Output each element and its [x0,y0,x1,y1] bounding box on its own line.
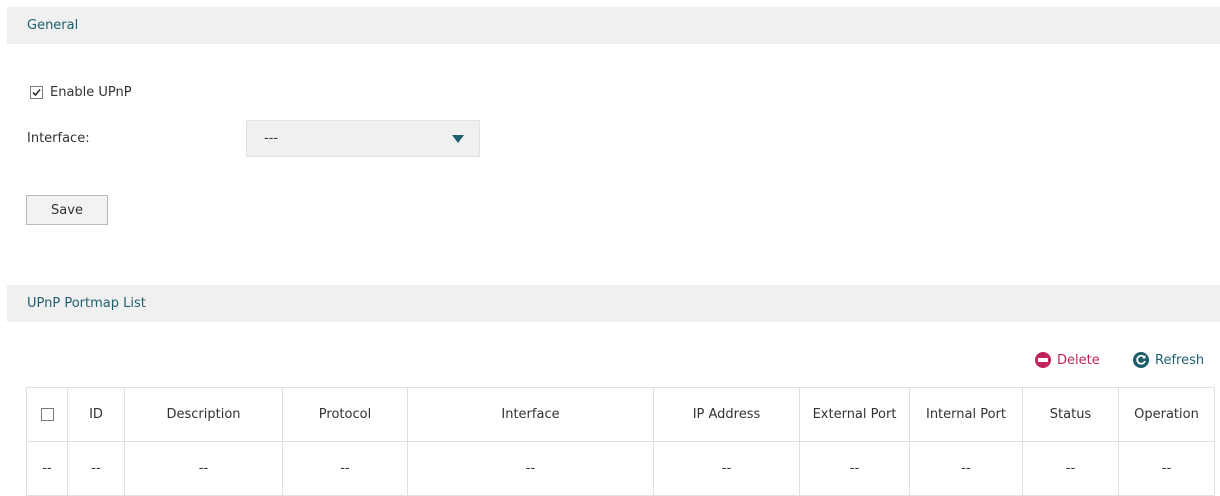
column-header-external-port: External Port [799,387,910,442]
interface-select-value: --- [264,131,279,146]
delete-icon [1035,352,1051,368]
table-cell: -- [1022,441,1119,496]
column-header-protocol: Protocol [282,387,408,442]
refresh-label: Refresh [1155,352,1205,368]
enable-upnp-label: Enable UPnP [50,85,132,100]
delete-label: Delete [1057,352,1100,368]
table-cell: -- [282,441,408,496]
table-cell: -- [1118,441,1215,496]
table-cell: -- [26,441,68,496]
column-header-internal-port: Internal Port [909,387,1023,442]
interface-label: Interface: [27,131,90,146]
table-header-row: ID Description Protocol Interface IP Add… [26,387,1215,442]
column-header-operation: Operation [1118,387,1215,442]
section-header-general: General [7,7,1220,44]
table-cell: -- [909,441,1023,496]
column-header-id: ID [67,387,125,442]
section-title-general: General [27,18,79,33]
select-all-checkbox[interactable] [40,408,54,421]
interface-select[interactable]: --- [246,120,480,157]
delete-button[interactable]: Delete [1035,352,1100,368]
refresh-button[interactable]: Refresh [1133,352,1204,368]
table-cell: -- [67,441,125,496]
checkmark-icon [32,88,41,97]
select-all-cell[interactable] [26,387,68,442]
table-cell: -- [653,441,800,496]
section-title-portmap: UPnP Portmap List [27,296,146,311]
enable-upnp-row[interactable]: Enable UPnP [30,85,132,100]
refresh-icon [1133,352,1149,368]
table-row: -- -- -- -- -- -- -- -- -- -- [26,441,1215,496]
table-cell: -- [799,441,910,496]
portmap-table: ID Description Protocol Interface IP Add… [26,387,1215,496]
enable-upnp-checkbox[interactable] [30,86,43,99]
save-button[interactable]: Save [26,195,108,225]
column-header-ip-address: IP Address [653,387,800,442]
column-header-interface: Interface [407,387,654,442]
column-header-status: Status [1022,387,1119,442]
section-header-portmap: UPnP Portmap List [7,285,1220,322]
chevron-down-icon [452,134,464,143]
column-header-description: Description [124,387,283,442]
table-cell: -- [124,441,283,496]
table-cell: -- [407,441,654,496]
